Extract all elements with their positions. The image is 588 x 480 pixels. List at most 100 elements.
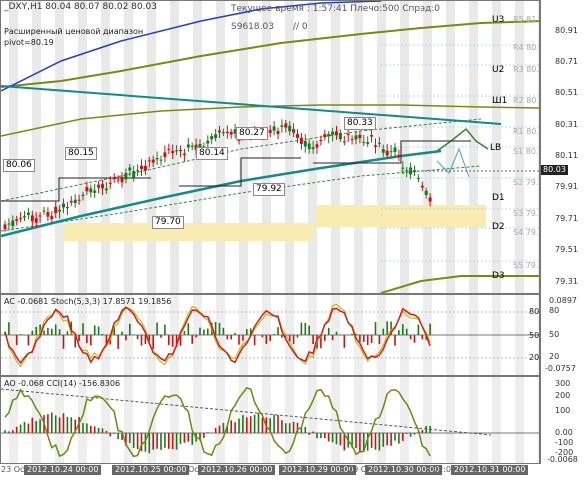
candle-body: [190, 145, 194, 147]
candle-body: [163, 152, 167, 158]
level-d2: D2: [492, 222, 505, 232]
candle-body: [210, 136, 214, 140]
time-partial: 02:0: [433, 465, 451, 474]
candle-body: [104, 188, 108, 191]
candle-body: [389, 151, 393, 153]
session-stripe: [124, 377, 133, 463]
ac-tick: 50: [549, 330, 560, 339]
candle-body: [124, 173, 128, 180]
forecast-line: [436, 127, 489, 152]
candle-body: [350, 139, 354, 141]
candle-body: [15, 219, 19, 221]
candle-body: [397, 154, 401, 157]
candle-body: [338, 133, 342, 140]
session-stripe: [285, 1, 294, 293]
candle-body: [73, 199, 77, 204]
candle-body: [319, 140, 323, 142]
ao-cci-canvas: [1, 377, 539, 463]
pivot-band: [63, 223, 313, 241]
candle-body: [303, 140, 307, 147]
candle-body: [62, 203, 65, 208]
price-tick: 79.91: [555, 182, 578, 191]
pivot-value: pivot=80.19: [4, 38, 54, 47]
candle-body: [331, 131, 335, 135]
candle-body: [147, 160, 151, 162]
level-s4: S4 79.66: [513, 228, 539, 237]
level-s3: S3 79.78: [513, 209, 539, 218]
price-tick: 80.11: [555, 151, 578, 160]
price-label: 79.92: [253, 183, 285, 196]
price-tick: 80.31: [555, 120, 578, 129]
price-tick: 79.31: [555, 277, 578, 286]
candle-body: [229, 131, 233, 135]
session-stripe: [377, 377, 386, 463]
candle-body: [284, 123, 288, 128]
candle-body: [85, 187, 89, 192]
candle-body: [108, 182, 112, 184]
candle-body: [19, 218, 23, 220]
session-stripe: [216, 377, 225, 463]
candle-body: [370, 135, 374, 137]
price-tick: 80.51: [555, 88, 578, 97]
candle-body: [50, 216, 54, 220]
candle-body: [381, 149, 385, 153]
candle-body: [81, 194, 85, 197]
server-time: Текущее время : 1:57:41 Плечо:500 Спрэд:…: [231, 4, 441, 14]
stoch-level-20: 20: [529, 353, 540, 362]
time-label: 2012.10.31 00:00: [451, 465, 529, 475]
ao-tick: -0.0068: [547, 455, 578, 464]
level-r3: R3 80.70: [513, 65, 539, 74]
candle-body: [280, 125, 284, 127]
candle-body: [354, 135, 358, 140]
candle-body: [292, 129, 296, 133]
price-label: 80.33: [344, 117, 376, 130]
session-stripe: [193, 377, 202, 463]
candle-body: [385, 150, 389, 156]
session-stripe: [469, 377, 478, 463]
ao-tick: -100: [555, 438, 574, 447]
ac-stoch-canvas: [1, 295, 539, 375]
level-u3: U3: [492, 15, 505, 25]
level-s5: S5 79.46: [513, 261, 539, 270]
candle-body: [171, 150, 175, 154]
session-stripe: [492, 377, 501, 463]
candle-body: [46, 212, 50, 217]
session-stripe: [239, 1, 248, 293]
candle-body: [151, 159, 155, 163]
ao-cci-pane[interactable]: AO -0.068 CCI(14) -156.8306: [0, 376, 540, 464]
candle-body: [3, 224, 7, 230]
price-label: 80.27: [236, 127, 268, 140]
candle-body: [288, 125, 292, 132]
session-stripe: [170, 1, 179, 293]
candle-body: [23, 216, 26, 218]
candle-body: [296, 134, 299, 138]
candle-body: [136, 170, 140, 172]
candle-body: [393, 147, 397, 152]
candle-body: [218, 130, 221, 133]
candle-body: [58, 209, 62, 212]
candle-body: [428, 197, 432, 202]
price-label: 80.06: [3, 159, 35, 172]
session-stripe: [515, 377, 524, 463]
candle-body: [401, 167, 405, 169]
candle-body: [65, 207, 69, 209]
time-label: 2012.10.26 00:00: [198, 465, 276, 475]
price-tick: 80.91: [555, 26, 578, 35]
candle-body: [93, 190, 97, 193]
candle-body: [182, 153, 186, 156]
price-label: 80.14: [196, 147, 228, 160]
ac-stoch-pane[interactable]: AC -0.0681 Stoch(5,3,3) 17.8571 19.1856 …: [0, 294, 540, 376]
candle-body: [366, 142, 370, 144]
price-axis[interactable]: 80.91 80.71 80.51 80.31 80.11 79.91 79.7…: [540, 0, 588, 294]
level-u2: U2: [492, 65, 505, 75]
candle-body: [128, 167, 132, 171]
price-pane[interactable]: _DXY,H1 80.04 80.07 80.02 80.03 Расширен…: [0, 0, 540, 294]
level-r4: R4 80.82: [513, 43, 539, 52]
candle-body: [42, 210, 46, 212]
candle-body: [159, 159, 163, 161]
candle-body: [97, 184, 101, 188]
candle-body: [346, 133, 350, 136]
candle-body: [143, 165, 147, 171]
time-label: 2012.10.24 00:00: [24, 465, 102, 475]
candle-body: [30, 215, 34, 222]
